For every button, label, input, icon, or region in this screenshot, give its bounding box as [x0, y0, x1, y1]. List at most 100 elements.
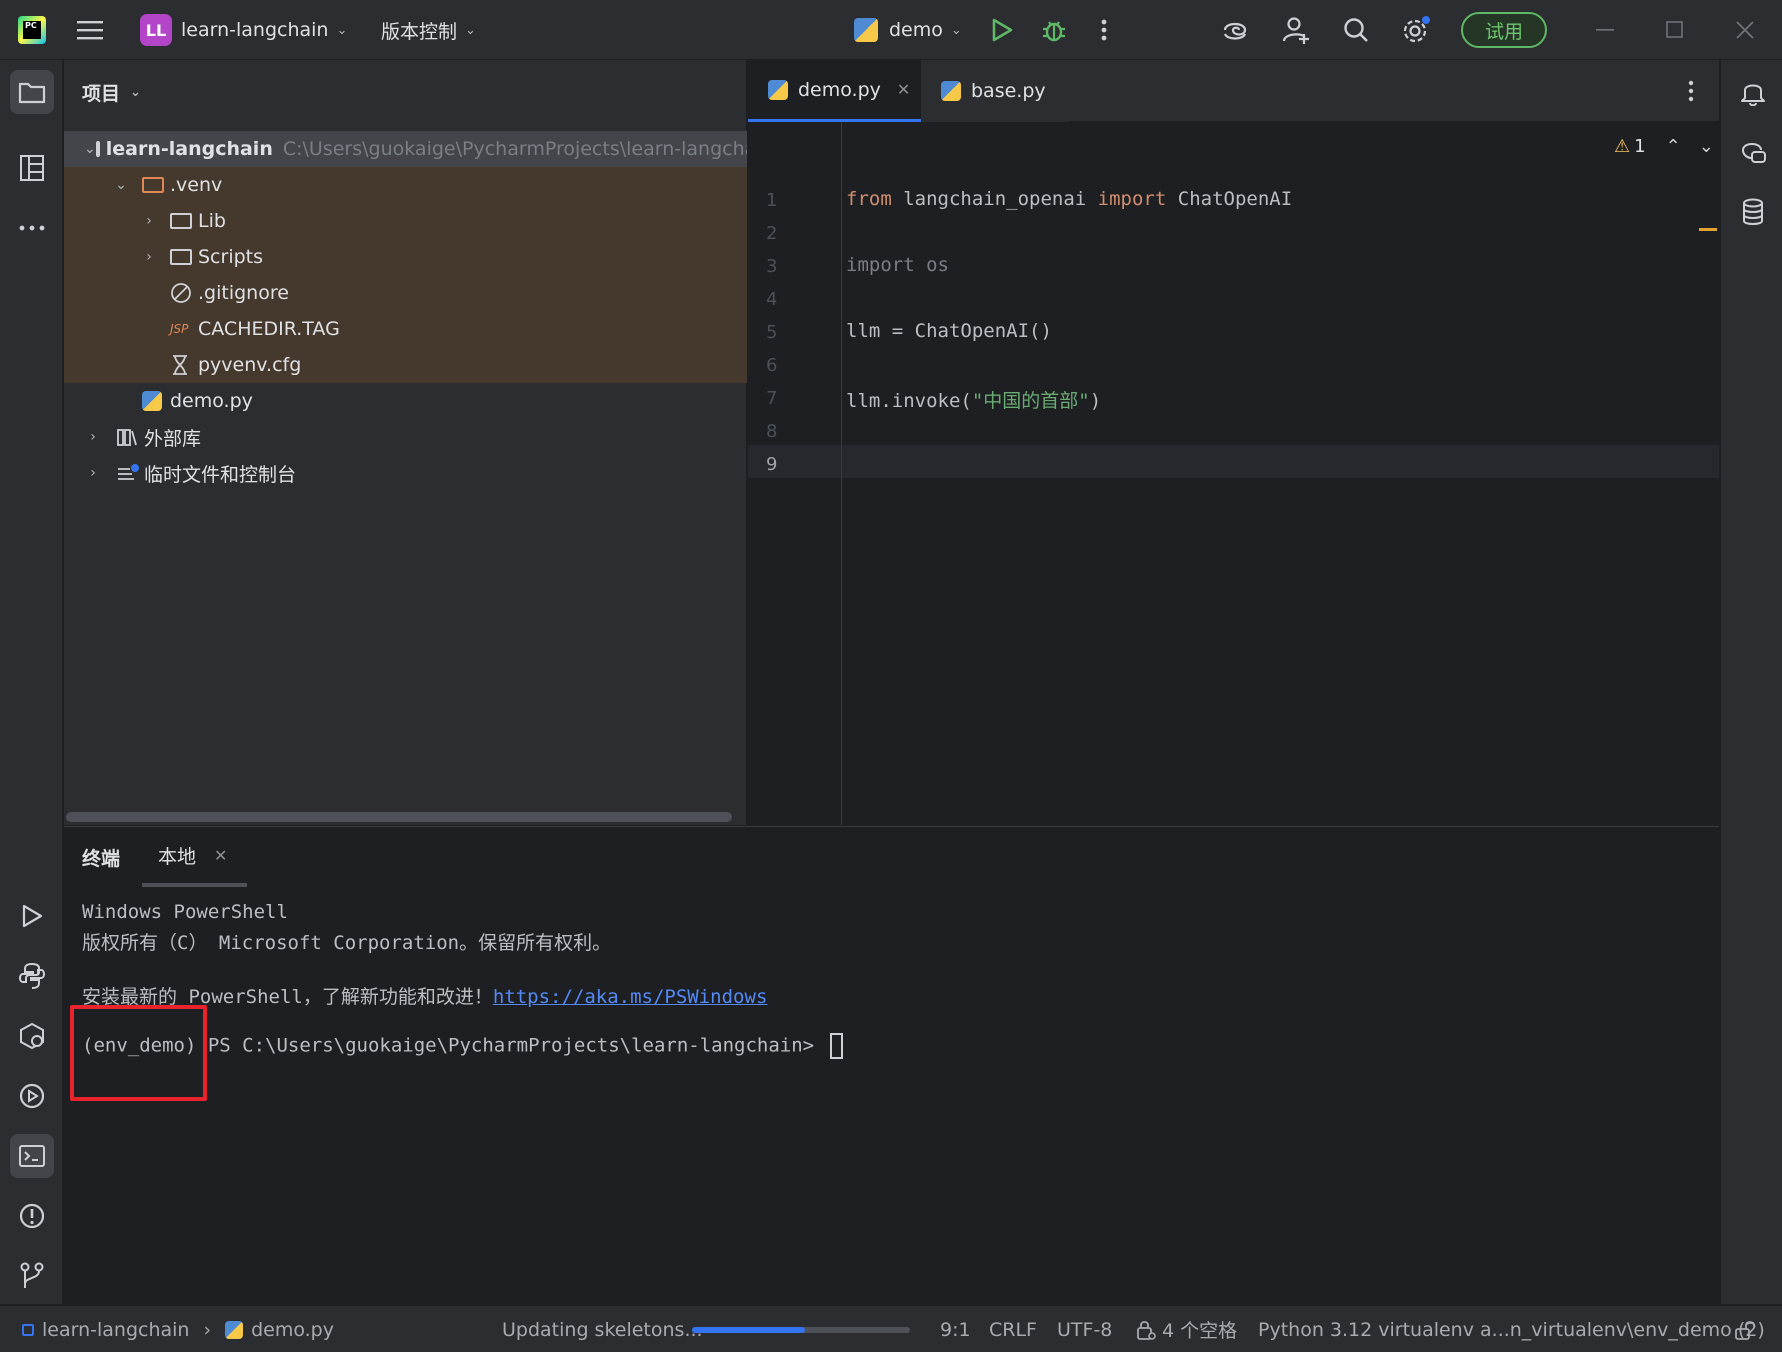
read-only-toggle-icon[interactable]	[1734, 1306, 1756, 1352]
project-badge[interactable]: LL	[140, 14, 172, 46]
run-config-selector[interactable]: demo ⌄	[889, 0, 962, 60]
run-config-label: demo	[889, 19, 943, 41]
notifications-bell-icon[interactable]	[1731, 70, 1775, 114]
tree-item-pyvenv-cfg[interactable]: pyvenv.cfg	[64, 347, 747, 383]
tree-item-external-libraries[interactable]: › 外部库	[64, 419, 747, 455]
warning-stripe-marker[interactable]	[1699, 228, 1717, 231]
line-number-gutter: 1 2 3 4 5 6 7 8 9	[748, 122, 842, 825]
tree-item-scratches[interactable]: › 临时文件和控制台	[64, 455, 747, 491]
terminal-title: 终端	[82, 847, 121, 870]
ignored-file-icon	[170, 282, 198, 304]
tab-label: demo.py	[798, 78, 881, 101]
close-icon[interactable]: ✕	[897, 80, 910, 99]
line-number: 6	[766, 355, 778, 376]
tree-item-scripts[interactable]: › Scripts	[64, 239, 747, 275]
jsp-file-icon: JSP	[170, 322, 189, 336]
folder-icon	[170, 213, 192, 229]
inspection-widget[interactable]: ⚠ 1 ⌃ ⌄	[1614, 136, 1714, 157]
project-panel-header[interactable]: 项目 ⌄	[64, 60, 746, 124]
search-icon[interactable]	[1340, 0, 1372, 60]
config-file-icon	[170, 354, 198, 376]
python-interpreter[interactable]: Python 3.12 virtualenv a...n_virtualenv\…	[1258, 1306, 1765, 1352]
terminal-panel: 终端 本地 ✕ Windows PowerShell 版权所有（C） Micro…	[64, 826, 1719, 1304]
chevron-down-icon[interactable]: ⌄	[84, 141, 96, 157]
terminal-tool-icon[interactable]	[10, 1134, 54, 1178]
tree-item-lib[interactable]: › Lib	[64, 203, 747, 239]
problems-icon[interactable]	[10, 1194, 54, 1238]
project-panel: 项目 ⌄ ⌄ learn-langchain C:\Users\guokaige…	[64, 60, 747, 825]
line-number: 8	[766, 421, 778, 442]
code-token: ChatOpenAI	[1166, 188, 1293, 210]
code-line-3[interactable]: import os	[846, 254, 949, 276]
editor-tabs: demo.py ✕ base.py	[748, 60, 1719, 122]
more-tools-icon[interactable]	[10, 206, 54, 250]
chevron-down-icon[interactable]: ⌄	[1699, 136, 1714, 157]
git-branch-icon[interactable]	[10, 1254, 54, 1298]
breadcrumb-file[interactable]: demo.py	[251, 1319, 334, 1341]
database-icon[interactable]	[1731, 190, 1775, 234]
services-icon[interactable]	[10, 1074, 54, 1118]
line-number: 4	[766, 289, 778, 310]
tab-demo-py[interactable]: demo.py ✕	[748, 60, 921, 122]
add-user-icon[interactable]	[1280, 0, 1312, 60]
more-actions-icon[interactable]	[1094, 0, 1114, 60]
project-switcher[interactable]: learn-langchain ⌄	[181, 0, 347, 60]
ai-chat-icon[interactable]	[1731, 130, 1775, 174]
structure-tool-button[interactable]	[10, 146, 54, 190]
ai-assistant-icon[interactable]	[1219, 0, 1251, 60]
close-icon[interactable]: ✕	[214, 846, 227, 865]
background-task-label[interactable]: Updating skeletons...	[502, 1306, 703, 1352]
file-encoding[interactable]: UTF-8	[1057, 1306, 1112, 1352]
run-button[interactable]	[988, 0, 1016, 60]
tree-item-gitignore[interactable]: .gitignore	[64, 275, 747, 311]
indent-settings[interactable]: 4 个空格	[1136, 1306, 1237, 1352]
python-icon	[852, 0, 880, 60]
chevron-up-icon[interactable]: ⌃	[1666, 136, 1681, 157]
terminal-tab-label: 本地	[158, 845, 197, 868]
line-number: 9	[766, 454, 778, 475]
chevron-down-icon[interactable]: ⌄	[112, 177, 130, 193]
background-task-progress[interactable]	[692, 1327, 910, 1333]
python-console-icon[interactable]	[10, 954, 54, 998]
powershell-link[interactable]: https://aka.ms/PSWindows	[493, 986, 768, 1008]
minimize-window-icon[interactable]	[1593, 0, 1617, 60]
python-packages-icon[interactable]	[10, 1014, 54, 1058]
tab-base-py[interactable]: base.py	[921, 60, 1069, 122]
annotation-highlight-box	[70, 1005, 207, 1101]
code-line-1[interactable]: from langchain_openai import ChatOpenAI	[846, 188, 1292, 210]
breadcrumb-project[interactable]: learn-langchain	[42, 1319, 189, 1341]
tree-item-cachedir-tag[interactable]: JSP CACHEDIR.TAG	[64, 311, 747, 347]
vcs-menu[interactable]: 版本控制 ⌄	[381, 0, 476, 60]
horizontal-scrollbar[interactable]	[66, 812, 732, 822]
module-icon	[22, 1323, 34, 1336]
run-tool-icon[interactable]	[10, 894, 54, 938]
indent-label: 4 个空格	[1162, 1320, 1238, 1342]
trial-button[interactable]: 试用	[1461, 12, 1547, 48]
caret-position[interactable]: 9:1	[940, 1306, 971, 1352]
project-tool-button[interactable]	[10, 70, 54, 114]
folder-icon	[142, 177, 164, 193]
tree-item-demo-py[interactable]: demo.py	[64, 383, 747, 419]
line-separator[interactable]: CRLF	[989, 1306, 1037, 1352]
tree-item-project-root[interactable]: ⌄ learn-langchain C:\Users\guokaige\Pych…	[64, 131, 747, 167]
tree-item-venv[interactable]: ⌄ .venv	[64, 167, 747, 203]
terminal-tab-local[interactable]: 本地 ✕	[142, 827, 248, 887]
chevron-right-icon[interactable]: ›	[84, 429, 102, 445]
main-menu-icon[interactable]	[76, 0, 104, 60]
tab-options-icon[interactable]	[1688, 80, 1694, 102]
debug-button[interactable]	[1039, 0, 1069, 60]
chevron-down-icon: ⌄	[950, 22, 962, 38]
code-line-7[interactable]: llm.invoke("中国的首部")	[846, 386, 1101, 413]
terminal-cursor	[829, 1033, 843, 1059]
keyword: import	[1097, 188, 1167, 210]
code-line-5[interactable]: llm = ChatOpenAI()	[846, 320, 1052, 342]
project-panel-title: 项目	[82, 82, 121, 105]
chevron-right-icon[interactable]: ›	[140, 213, 158, 229]
settings-gear-icon[interactable]	[1399, 0, 1433, 60]
close-window-icon[interactable]	[1733, 0, 1757, 60]
chevron-right-icon: ›	[203, 1318, 212, 1341]
chevron-right-icon[interactable]: ›	[140, 249, 158, 265]
python-file-icon	[768, 79, 788, 100]
maximize-window-icon[interactable]	[1663, 0, 1687, 60]
chevron-right-icon[interactable]: ›	[84, 465, 102, 481]
